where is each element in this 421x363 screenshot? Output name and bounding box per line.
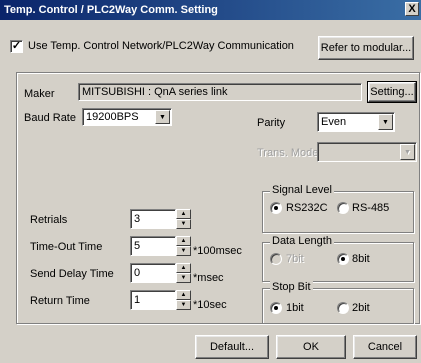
8bit-radio[interactable] (337, 253, 349, 265)
spin-down-icon[interactable]: ▼ (176, 219, 191, 229)
maker-value: MITSUBISHI : QnA series link (82, 86, 228, 98)
data-length-title: Data Length (270, 235, 334, 247)
spin-up-icon[interactable]: ▲ (176, 209, 191, 219)
trans-mode-dropdown[interactable]: ▼ (317, 142, 417, 162)
title-bar: Temp. Control / PLC2Way Comm. Setting X (0, 0, 421, 20)
retrials-input[interactable]: 3 (130, 209, 176, 229)
rs232c-label: RS232C (286, 202, 328, 214)
parity-value: Even (321, 116, 347, 128)
chevron-down-icon: ▼ (155, 110, 170, 124)
retrials-spinner[interactable]: ▲ ▼ (176, 209, 191, 229)
use-network-checkbox[interactable]: ✓ (10, 40, 23, 53)
chevron-down-icon: ▼ (400, 144, 415, 160)
send-delay-spinner[interactable]: ▲ ▼ (176, 263, 191, 283)
close-icon[interactable]: X (405, 2, 419, 16)
baud-rate-dropdown[interactable]: 19200BPS ▼ (82, 108, 172, 126)
spin-down-icon[interactable]: ▼ (176, 246, 191, 256)
check-icon: ✓ (11, 40, 22, 52)
timeout-input[interactable]: 5 (130, 236, 176, 256)
spin-down-icon[interactable]: ▼ (176, 300, 191, 310)
1bit-label: 1bit (286, 302, 304, 314)
return-time-label: Return Time (30, 295, 90, 307)
return-time-input[interactable]: 1 (130, 290, 176, 310)
baud-rate-label: Baud Rate (24, 112, 76, 124)
setting-button[interactable]: Setting... (367, 81, 417, 103)
timeout-label: Time-Out Time (30, 241, 103, 253)
window-title: Temp. Control / PLC2Way Comm. Setting (4, 4, 218, 16)
rs232c-radio[interactable] (270, 202, 282, 214)
return-time-unit: *10sec (193, 299, 227, 311)
1bit-radio[interactable] (270, 302, 282, 314)
parity-label: Parity (257, 117, 286, 129)
ok-button[interactable]: OK (276, 335, 346, 359)
return-time-spinner[interactable]: ▲ ▼ (176, 290, 191, 310)
send-delay-unit: *msec (193, 272, 224, 284)
default-button[interactable]: Default... (195, 335, 269, 359)
signal-level-title: Signal Level (270, 184, 334, 196)
rs485-radio[interactable] (337, 202, 349, 214)
8bit-label: 8bit (352, 253, 370, 265)
timeout-value: 5 (134, 240, 141, 252)
trans-mode-label: Trans. Mode (257, 147, 319, 159)
send-delay-input[interactable]: 0 (130, 263, 176, 283)
send-delay-label: Send Delay Time (30, 268, 114, 280)
return-time-value: 1 (134, 294, 141, 306)
2bit-label: 2bit (352, 302, 370, 314)
2bit-radio[interactable] (337, 302, 349, 314)
rs485-label: RS-485 (352, 202, 390, 214)
spin-up-icon[interactable]: ▲ (176, 263, 191, 273)
use-network-label: Use Temp. Control Network/PLC2Way Commun… (28, 40, 294, 52)
timeout-spinner[interactable]: ▲ ▼ (176, 236, 191, 256)
spin-up-icon[interactable]: ▲ (176, 290, 191, 300)
retrials-label: Retrials (30, 214, 68, 226)
7bit-label: 7bit (286, 253, 304, 265)
baud-rate-value: 19200BPS (86, 111, 139, 123)
cancel-button[interactable]: Cancel (353, 335, 417, 359)
chevron-down-icon: ▼ (378, 114, 393, 130)
7bit-radio[interactable] (270, 253, 282, 265)
retrials-value: 3 (134, 213, 141, 225)
timeout-unit: *100msec (193, 245, 242, 257)
stop-bit-title: Stop Bit (270, 281, 313, 293)
parity-dropdown[interactable]: Even ▼ (317, 112, 395, 132)
spin-down-icon[interactable]: ▼ (176, 273, 191, 283)
spin-up-icon[interactable]: ▲ (176, 236, 191, 246)
refer-to-modular-button[interactable]: Refer to modular... (318, 36, 414, 60)
maker-field: MITSUBISHI : QnA series link (78, 83, 362, 101)
maker-label: Maker (24, 88, 55, 100)
dialog-body: ✓ Use Temp. Control Network/PLC2Way Comm… (0, 20, 421, 363)
send-delay-value: 0 (134, 267, 141, 279)
